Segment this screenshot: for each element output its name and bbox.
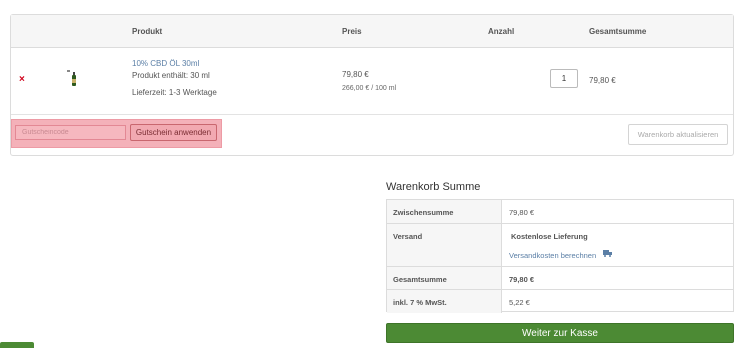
totals-subtotal-row: Zwischensumme 79,80 € [387,200,733,224]
truck-icon[interactable] [603,250,612,257]
cart-table-header: Produkt Preis Anzahl Gesamtsumme [11,15,733,48]
subtotal-label: Zwischensumme [387,200,502,223]
product-name-link[interactable]: 10% CBD ÖL 30ml [132,59,199,68]
coupon-code-input[interactable] [15,125,126,140]
totals-shipping-row: Versand Kostenlose Lieferung Versandkost… [387,224,733,267]
header-quantity: Anzahl [488,27,515,36]
product-unit-price: 266,00 € / 100 ml [342,85,397,92]
header-product: Produkt [132,27,163,36]
product-row-total: 79,80 € [589,76,616,85]
product-price: 79,80 € [342,70,369,79]
cart-table: Produkt Preis Anzahl Gesamtsumme × 10% C… [10,14,734,156]
checkout-button[interactable]: Weiter zur Kasse [386,323,734,343]
corner-green-button[interactable] [0,342,34,348]
subtotal-value: 79,80 € [509,208,535,217]
product-thumbnail[interactable] [67,70,83,88]
update-cart-button[interactable]: Warenkorb aktualisieren [628,124,728,145]
product-delivery-time: Lieferzeit: 1-3 Werktage [132,88,217,97]
totals-tax-row: inkl. 7 % MwSt. 5,22 € [387,290,733,313]
product-content: Produkt enthält: 30 ml [132,71,210,80]
apply-coupon-button[interactable]: Gutschein anwenden [130,124,217,141]
cart-item-row: × 10% CBD ÖL 30ml Produkt enthält: 30 ml… [11,48,733,115]
header-price: Preis [342,27,362,36]
tax-value: 5,22 € [509,298,530,307]
cart-totals-table: Zwischensumme 79,80 € Versand Kostenlose… [386,199,734,313]
header-subtotal: Gesamtsumme [589,27,647,36]
tax-label: inkl. 7 % MwSt. [387,290,502,313]
remove-item-icon[interactable]: × [19,75,25,85]
shipping-method: Kostenlose Lieferung [511,232,588,241]
cart-totals-title: Warenkorb Summe [386,181,481,193]
shipping-calculator-link[interactable]: Versandkosten berechnen [509,251,596,260]
quantity-input[interactable] [550,69,578,88]
shipping-label: Versand [387,224,502,266]
totals-total-row: Gesamtsumme 79,80 € [387,267,733,290]
total-value: 79,80 € [509,275,535,284]
total-label: Gesamtsumme [387,267,502,289]
